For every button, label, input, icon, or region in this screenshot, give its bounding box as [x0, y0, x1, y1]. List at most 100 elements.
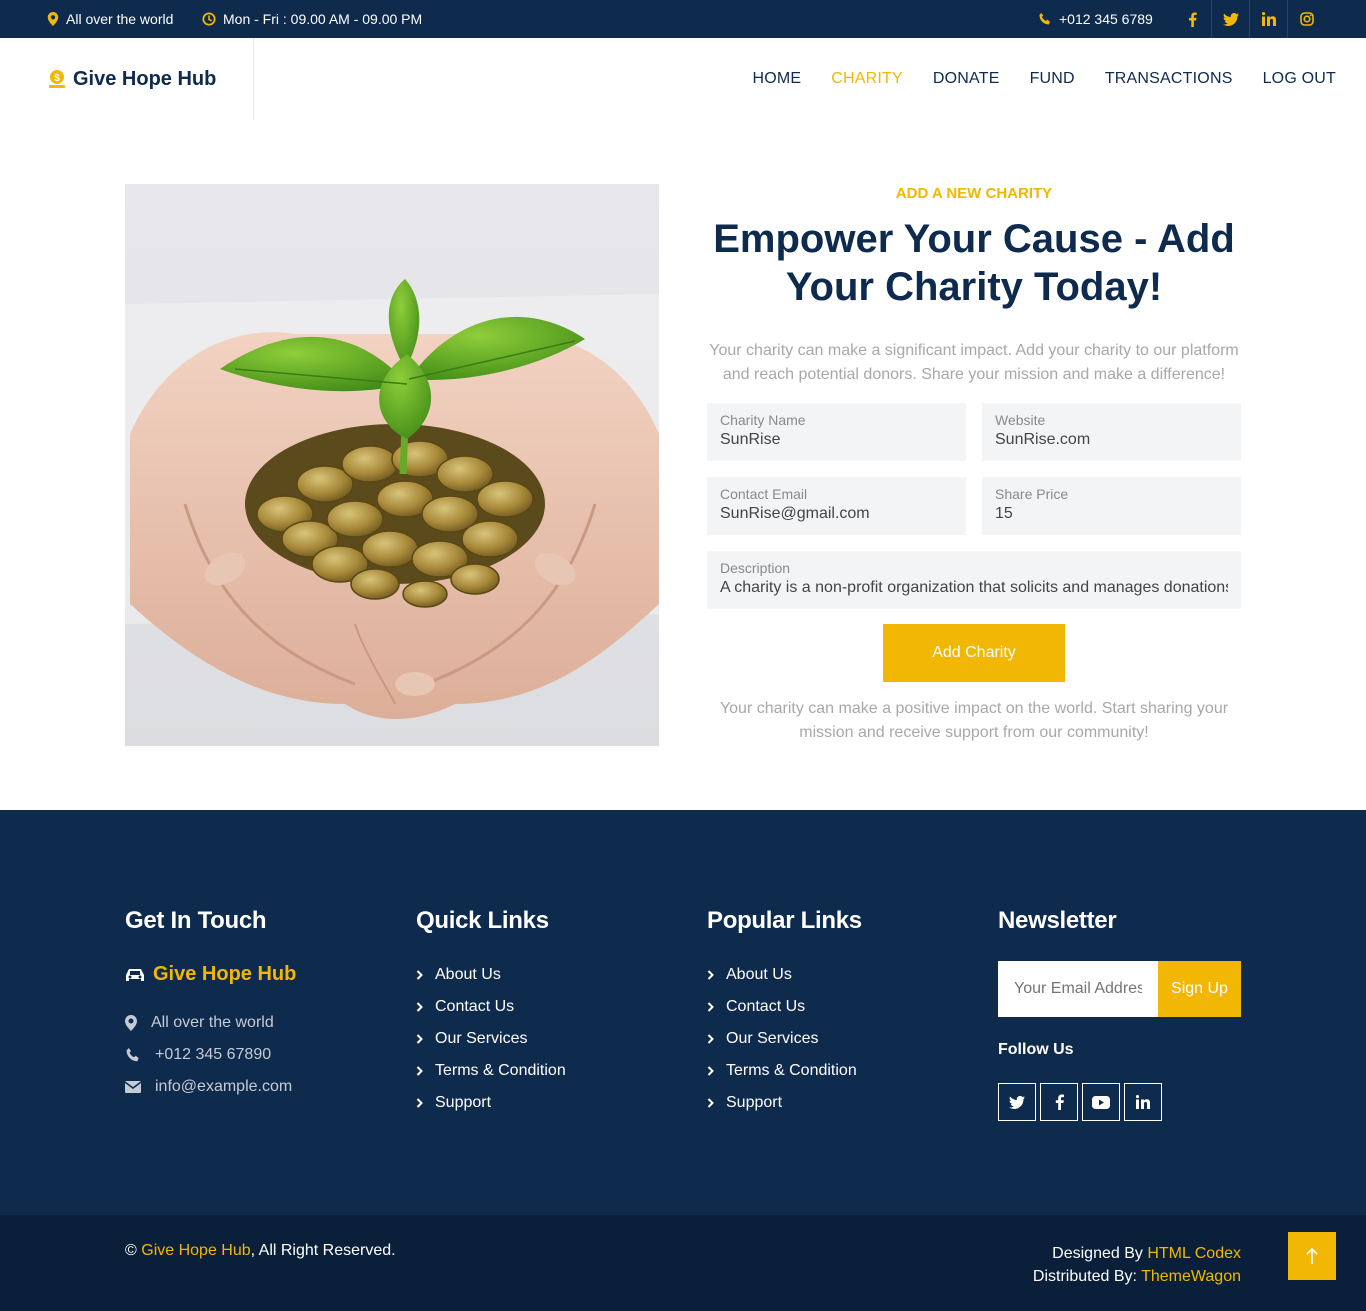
distributed-by-label: Distributed By: [1032, 1268, 1142, 1285]
footer-brand-name: Give Hope Hub [153, 963, 297, 985]
phone-icon [126, 1047, 139, 1061]
nav-log-out[interactable]: LOG OUT [1263, 70, 1336, 88]
popular-link-label: Our Services [726, 1029, 819, 1047]
phone-info: +012 345 6789 [1038, 0, 1153, 38]
popular-link-label: Terms & Condition [726, 1061, 857, 1079]
chevron-right-icon [416, 1097, 423, 1108]
hours-info: Mon - Fri : 09.00 AM - 09.00 PM [202, 0, 422, 38]
description-field[interactable]: Description A charity is a non-profit or… [707, 551, 1241, 609]
twitter-icon[interactable] [1211, 0, 1249, 38]
clock-icon [202, 12, 216, 26]
popular-link-terms[interactable]: Terms & Condition [707, 1061, 957, 1080]
chevron-right-icon [707, 1001, 714, 1012]
footer-social-links [998, 1083, 1241, 1121]
top-bar: All over the world Mon - Fri : 09.00 AM … [0, 0, 1366, 38]
twitter-icon[interactable] [998, 1083, 1036, 1121]
quick-link-label: Our Services [435, 1029, 528, 1047]
location-info: All over the world [47, 0, 173, 38]
share-price-input[interactable]: 15 [995, 505, 1228, 523]
footer-address: All over the world [125, 1013, 375, 1032]
nav-donate[interactable]: DONATE [933, 70, 1000, 88]
description-label: Description [720, 560, 791, 576]
credits: Designed By HTML Codex Distributed By: T… [1033, 1242, 1241, 1288]
footer-popular-links: Popular Links About Us Contact Us Our Se… [707, 810, 957, 1112]
footer-newsletter: Newsletter Sign Up Follow Us [998, 810, 1241, 1121]
hours-text: Mon - Fri : 09.00 AM - 09.00 PM [223, 11, 423, 27]
map-marker-icon [125, 1014, 137, 1031]
quick-link-our-services[interactable]: Our Services [416, 1029, 666, 1048]
nav-transactions[interactable]: TRANSACTIONS [1105, 70, 1233, 88]
copyright-text: © Give Hope Hub, All Right Reserved. [125, 1242, 396, 1260]
linkedin-icon[interactable] [1249, 0, 1287, 38]
charity-name-field[interactable]: Charity Name SunRise [707, 403, 966, 461]
section-note: Your charity can make a positive impact … [719, 700, 1229, 741]
section-lead: Your charity can make a significant impa… [709, 342, 1239, 383]
website-field[interactable]: Website SunRise.com [982, 403, 1241, 461]
popular-link-about-us[interactable]: About Us [707, 965, 957, 984]
chevron-right-icon [416, 1001, 423, 1012]
car-icon [126, 968, 144, 981]
nav-fund[interactable]: FUND [1030, 70, 1075, 88]
copyright-bar: © Give Hope Hub, All Right Reserved. Des… [0, 1215, 1366, 1311]
quick-link-label: Support [435, 1093, 492, 1111]
contact-email-field[interactable]: Contact Email SunRise@gmail.com [707, 477, 966, 535]
popular-links-heading: Popular Links [707, 907, 862, 934]
popular-link-label: About Us [726, 965, 792, 983]
popular-link-our-services[interactable]: Our Services [707, 1029, 957, 1048]
newsletter-heading: Newsletter [998, 907, 1117, 934]
distributed-by-link[interactable]: ThemeWagon [1141, 1268, 1241, 1285]
add-charity-button[interactable]: Add Charity [883, 624, 1065, 682]
quick-link-support[interactable]: Support [416, 1093, 666, 1112]
nav-charity[interactable]: CHARITY [831, 70, 903, 88]
facebook-icon[interactable] [1040, 1083, 1078, 1121]
chevron-right-icon [707, 1097, 714, 1108]
brand-divider [253, 38, 254, 120]
arrow-up-icon [1306, 1247, 1318, 1264]
footer-address-text: All over the world [151, 1013, 274, 1031]
designed-by-label: Designed By [1052, 1245, 1148, 1262]
hands-coins-plant-image [125, 184, 659, 746]
back-to-top-button[interactable] [1288, 1232, 1336, 1280]
svg-text:$: $ [54, 73, 60, 84]
footer-get-in-touch: Get In Touch Give Hope Hub All over the … [125, 810, 375, 1096]
quick-link-label: Contact Us [435, 997, 515, 1015]
map-marker-icon [47, 12, 59, 26]
description-input[interactable]: A charity is a non-profit organization t… [720, 579, 1228, 597]
share-price-field[interactable]: Share Price 15 [982, 477, 1241, 535]
location-text: All over the world [66, 11, 174, 27]
donation-icon: $ [49, 70, 65, 88]
add-charity-section: ADD A NEW CHARITY Empower Your Cause - A… [707, 184, 1241, 741]
designed-by-link[interactable]: HTML Codex [1147, 1245, 1241, 1262]
website-label: Website [995, 412, 1046, 428]
popular-link-contact-us[interactable]: Contact Us [707, 997, 957, 1016]
nav-menu: HOME CHARITY DONATE FUND TRANSACTIONS LO… [722, 38, 1336, 120]
sign-up-button[interactable]: Sign Up [1158, 961, 1241, 1017]
quick-link-about-us[interactable]: About Us [416, 965, 666, 984]
brand-logo[interactable]: $ Give Hope Hub [47, 38, 216, 120]
quick-link-terms[interactable]: Terms & Condition [416, 1061, 666, 1080]
brand-name: Give Hope Hub [73, 67, 217, 90]
footer-quick-links: Quick Links About Us Contact Us Our Serv… [416, 810, 666, 1112]
instagram-icon[interactable] [1287, 0, 1325, 38]
popular-link-label: Support [726, 1093, 783, 1111]
newsletter-form: Sign Up [998, 961, 1241, 1017]
facebook-icon[interactable] [1173, 0, 1211, 38]
chevron-right-icon [416, 969, 423, 980]
contact-email-input[interactable]: SunRise@gmail.com [720, 505, 953, 523]
quick-links-heading: Quick Links [416, 907, 549, 934]
chevron-right-icon [707, 1065, 714, 1076]
linkedin-icon[interactable] [1124, 1083, 1162, 1121]
envelope-icon [125, 1080, 141, 1093]
popular-link-support[interactable]: Support [707, 1093, 957, 1112]
website-input[interactable]: SunRise.com [995, 431, 1228, 449]
newsletter-email-input[interactable] [998, 961, 1158, 1017]
youtube-icon[interactable] [1082, 1083, 1120, 1121]
quick-link-contact-us[interactable]: Contact Us [416, 997, 666, 1016]
copyright-brand-link[interactable]: Give Hope Hub [141, 1242, 250, 1259]
chevron-right-icon [416, 1033, 423, 1044]
chevron-right-icon [707, 1033, 714, 1044]
nav-home[interactable]: HOME [752, 70, 801, 88]
charity-name-input[interactable]: SunRise [720, 431, 953, 449]
footer-brand[interactable]: Give Hope Hub [125, 963, 375, 986]
footer-phone-text: +012 345 67890 [155, 1045, 272, 1063]
